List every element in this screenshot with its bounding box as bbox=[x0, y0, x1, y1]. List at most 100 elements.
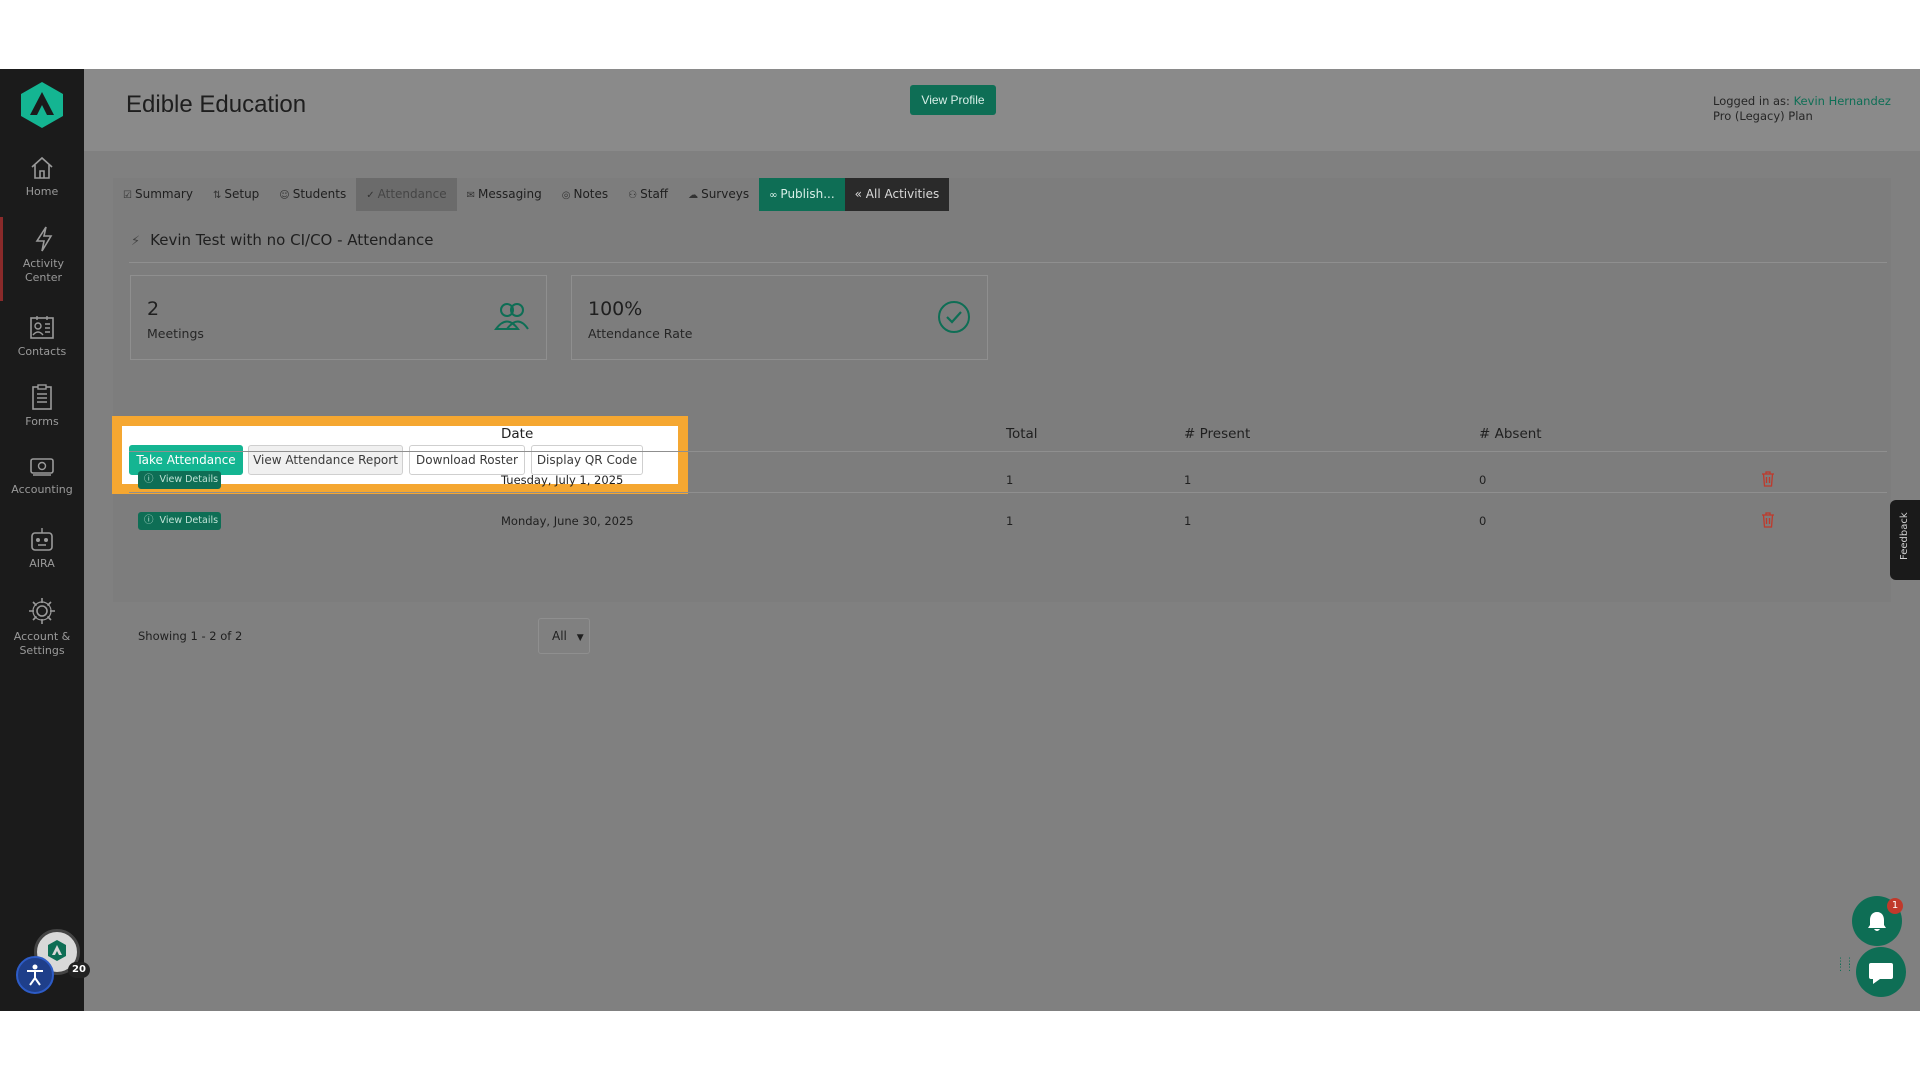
stat-attendance-rate: 100% Attendance Rate bbox=[571, 275, 988, 360]
tab-label: Messaging bbox=[477, 187, 542, 201]
link-icon: ∞ bbox=[769, 190, 778, 201]
stat-value: 2 bbox=[147, 298, 160, 320]
sidebar-item-accounting[interactable]: Accounting bbox=[0, 453, 84, 497]
plan-label: Pro (Legacy) Plan bbox=[1713, 109, 1813, 123]
app-frame: Home Activity Center Contacts Forms Acco… bbox=[0, 69, 1920, 1011]
cell-absent: 0 bbox=[1479, 514, 1487, 528]
login-info: Logged in as: Kevin Hernandez Pro (Legac… bbox=[1713, 94, 1891, 124]
sidebar-item-contacts[interactable]: Contacts bbox=[0, 313, 84, 359]
pagination-summary: Showing 1 - 2 of 2 bbox=[138, 629, 243, 643]
user-name-link[interactable]: Kevin Hernandez bbox=[1794, 94, 1891, 108]
sidebar-item-forms[interactable]: Forms bbox=[0, 383, 84, 429]
chat-button[interactable] bbox=[1856, 947, 1906, 997]
view-details-label: View Details bbox=[159, 474, 219, 485]
tab-students[interactable]: ☺ Students bbox=[269, 178, 356, 211]
tab-all-activities[interactable]: « All Activities bbox=[844, 178, 950, 211]
row-divider bbox=[129, 492, 1887, 493]
logo-icon[interactable] bbox=[20, 81, 64, 129]
tab-publish[interactable]: ∞ Publish... bbox=[759, 178, 845, 211]
sidebar-item-activity-center[interactable]: Activity Center bbox=[0, 217, 84, 301]
sidebar-item-label: Contacts bbox=[17, 345, 67, 358]
tab-notes[interactable]: ◎ Notes bbox=[552, 178, 618, 211]
tab-bar: ☑ Summary ⇅ Setup ☺ Students ✓ Attendance ✉ M… bbox=[113, 178, 950, 211]
sidebar: Home Activity Center Contacts Forms Acco… bbox=[0, 69, 90, 1011]
section-title-text: Kevin Test with no CI/CO - Attendance bbox=[150, 231, 434, 249]
sidebar-item-label: Activity Center bbox=[22, 257, 65, 284]
table-header-divider bbox=[129, 451, 1887, 452]
attendance-card: ☑ Summary ⇅ Setup ☺ Students ✓ Attendance ✉ M… bbox=[112, 178, 1891, 654]
cell-total: 1 bbox=[1006, 514, 1014, 528]
sidebar-item-label: Home bbox=[25, 185, 59, 198]
sidebar-item-account-settings[interactable]: Account & Settings bbox=[0, 596, 84, 658]
view-details-label: View Details bbox=[159, 515, 219, 526]
notes-icon: ◎ bbox=[561, 190, 571, 201]
per-page-select[interactable]: All ▼ bbox=[538, 618, 590, 654]
chat-icon bbox=[1869, 963, 1893, 984]
staff-icon: ⚇ bbox=[628, 190, 638, 201]
sidebar-item-aira[interactable]: AIRA bbox=[0, 525, 84, 571]
sidebar-item-label: Account & Settings bbox=[13, 630, 71, 657]
bolt-icon bbox=[35, 226, 52, 252]
sidebar-item-home[interactable]: Home bbox=[0, 155, 84, 199]
robot-icon bbox=[31, 528, 53, 551]
trash-icon[interactable] bbox=[1761, 512, 1775, 528]
stat-label: Attendance Rate bbox=[588, 326, 693, 341]
gear-icon bbox=[29, 598, 55, 624]
tab-label: Attendance bbox=[377, 187, 447, 201]
tab-label: Surveys bbox=[701, 187, 750, 201]
view-details-button[interactable]: ⓘ View Details bbox=[138, 512, 221, 530]
setup-icon: ⇅ bbox=[212, 190, 222, 201]
view-details-button[interactable]: ⓘ View Details bbox=[138, 471, 221, 489]
tab-label: Notes bbox=[573, 187, 609, 201]
accessibility-button[interactable] bbox=[16, 956, 54, 994]
chevron-down-icon: ▼ bbox=[576, 633, 584, 643]
trash-icon[interactable] bbox=[1761, 471, 1775, 487]
stat-value: 100% bbox=[588, 298, 643, 320]
view-attendance-report-button[interactable]: View Attendance Report bbox=[248, 445, 403, 475]
home-icon bbox=[31, 156, 53, 179]
cell-present: 1 bbox=[1184, 514, 1192, 528]
surveys-icon: ☁ bbox=[688, 190, 699, 201]
cell-present: 1 bbox=[1184, 473, 1192, 487]
envelope-icon: ✉ bbox=[466, 190, 475, 201]
divider bbox=[129, 262, 1887, 263]
tab-summary[interactable]: ☑ Summary bbox=[113, 178, 203, 211]
cell-total: 1 bbox=[1006, 473, 1014, 487]
column-header-total[interactable]: Total bbox=[1006, 426, 1038, 442]
tab-messaging[interactable]: ✉ Messaging bbox=[457, 178, 552, 211]
tab-label: Staff bbox=[640, 187, 669, 201]
tab-surveys[interactable]: ☁ Surveys bbox=[678, 178, 759, 211]
people-icon bbox=[494, 303, 529, 330]
tab-label: Setup bbox=[224, 187, 260, 201]
display-qr-code-button[interactable]: Display QR Code bbox=[531, 445, 643, 475]
tab-label: Summary bbox=[134, 187, 193, 201]
clipboard-icon bbox=[32, 384, 52, 410]
per-page-value: All bbox=[552, 629, 567, 643]
tab-staff[interactable]: ⚇ Staff bbox=[618, 178, 678, 211]
cell-date: Monday, June 30, 2025 bbox=[501, 514, 634, 528]
drag-handle-icon[interactable]: ⋮⋮ ⋮⋮ bbox=[1836, 958, 1854, 985]
column-header-date[interactable]: Date bbox=[501, 426, 533, 442]
column-header-present[interactable]: # Present bbox=[1184, 426, 1250, 442]
notification-count-badge: 20 bbox=[68, 962, 90, 978]
tab-attendance[interactable]: ✓ Attendance bbox=[356, 178, 457, 211]
feedback-tab[interactable]: Feedback bbox=[1890, 500, 1920, 580]
page-title: Edible Education bbox=[126, 91, 307, 118]
view-profile-button[interactable]: View Profile bbox=[910, 85, 996, 115]
column-header-absent[interactable]: # Absent bbox=[1479, 426, 1542, 442]
stat-meetings: 2 Meetings bbox=[130, 275, 547, 360]
money-icon bbox=[30, 458, 54, 476]
download-roster-button[interactable]: Download Roster bbox=[409, 445, 525, 475]
check-icon: ✓ bbox=[366, 190, 375, 201]
students-icon: ☺ bbox=[279, 190, 290, 201]
sidebar-item-label: Accounting bbox=[11, 483, 73, 496]
cell-absent: 0 bbox=[1479, 473, 1487, 487]
sidebar-item-label: AIRA bbox=[29, 557, 55, 570]
tab-label: Publish... bbox=[780, 187, 835, 201]
bolt-icon: ⚡︎ bbox=[131, 234, 141, 249]
tab-setup[interactable]: ⇅ Setup bbox=[203, 178, 269, 211]
logged-in-label: Logged in as: bbox=[1713, 94, 1790, 108]
stat-label: Meetings bbox=[147, 326, 204, 341]
sidebar-item-label: Forms bbox=[25, 415, 59, 428]
accessibility-icon bbox=[27, 964, 43, 986]
